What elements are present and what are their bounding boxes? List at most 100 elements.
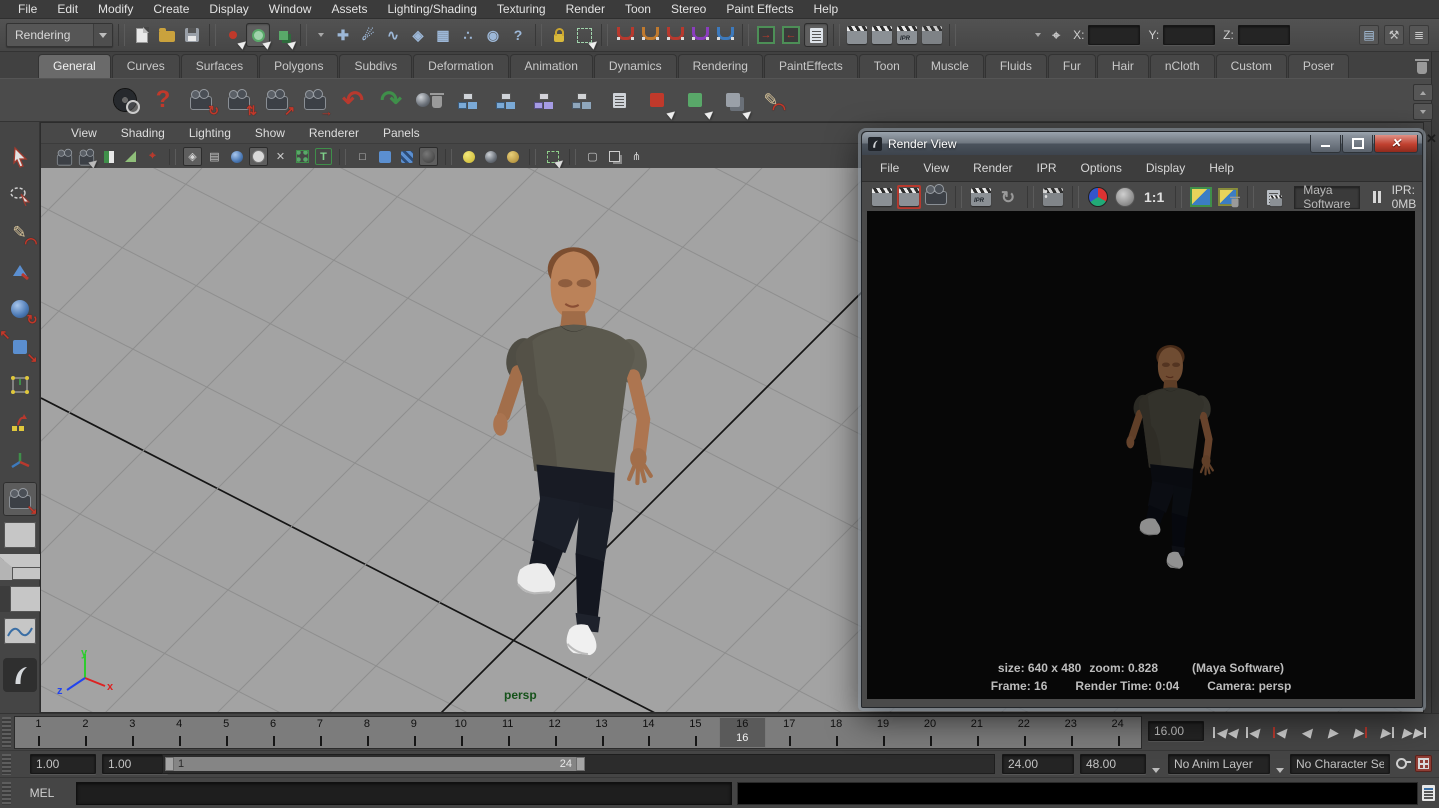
- paint-effects-shelf-icon[interactable]: ✎◠: [754, 83, 788, 117]
- render-view-menu-item[interactable]: View: [911, 161, 961, 175]
- timeline-frame[interactable]: 5 5: [203, 717, 250, 748]
- zoom-one-to-one-label[interactable]: 1:1: [1140, 190, 1168, 204]
- help-line-icon[interactable]: ?: [146, 83, 180, 117]
- y-coordinate-input[interactable]: [1163, 25, 1215, 45]
- smooth-shade-icon[interactable]: [375, 147, 394, 166]
- auto-keyframe-toggle-icon[interactable]: [1415, 755, 1432, 772]
- timeline-frame[interactable]: 13 13: [578, 717, 625, 748]
- menu-set-dropdown-arrow[interactable]: [93, 24, 112, 46]
- step-back-frame-button[interactable]: ◀: [1239, 719, 1265, 745]
- hypergraph-hierarchy-icon[interactable]: [450, 83, 484, 117]
- menu-item[interactable]: Assets: [321, 1, 377, 17]
- image-plane-icon[interactable]: [121, 147, 140, 166]
- camera-orbit-icon[interactable]: ↻: [184, 83, 218, 117]
- character-set-dropdown-arrow[interactable]: [1276, 762, 1284, 776]
- minimize-button[interactable]: [1310, 135, 1341, 153]
- menu-item[interactable]: Lighting/Shading: [377, 1, 486, 17]
- xray-icon[interactable]: ▢: [583, 147, 602, 166]
- menu-item[interactable]: Stereo: [661, 1, 716, 17]
- shelf-tab[interactable]: Muscle: [916, 54, 984, 78]
- move-tool[interactable]: [3, 254, 37, 288]
- shelf-tab[interactable]: Dynamics: [594, 54, 677, 78]
- rgb-channels-icon[interactable]: [1086, 185, 1110, 209]
- select-object-shelf-icon[interactable]: [640, 83, 674, 117]
- coord-flyout-arrow-icon[interactable]: [1029, 26, 1047, 44]
- make-live-icon[interactable]: ◉: [481, 23, 505, 47]
- shelf-tab[interactable]: Polygons: [259, 54, 338, 78]
- panel-menu-item[interactable]: Show: [243, 126, 297, 140]
- select-camera-icon[interactable]: [55, 147, 74, 166]
- outliner-persp-layout[interactable]: [0, 586, 42, 612]
- select-hierarchy-icon[interactable]: [221, 23, 245, 47]
- shading-group-icon[interactable]: [678, 83, 712, 117]
- timeline-frame[interactable]: 11 11: [484, 717, 531, 748]
- current-time-input[interactable]: [1148, 721, 1204, 741]
- timeline-frame[interactable]: 20 20: [907, 717, 954, 748]
- playback-range-bar[interactable]: 1 24: [165, 757, 585, 771]
- specular-light-icon[interactable]: [503, 147, 522, 166]
- shelf-scroll-up-icon[interactable]: [1413, 84, 1433, 101]
- redo-icon[interactable]: ↷: [374, 83, 408, 117]
- timeline-frame[interactable]: 10 10: [437, 717, 484, 748]
- render-current-frame-icon[interactable]: [897, 185, 921, 209]
- scale-tool[interactable]: ↖↘: [3, 330, 37, 364]
- timeline-frame[interactable]: 14 14: [625, 717, 672, 748]
- use-all-lights-icon[interactable]: [419, 147, 438, 166]
- persp-graph-layout[interactable]: [4, 618, 36, 644]
- shelf-tab[interactable]: Fur: [1048, 54, 1096, 78]
- hypershade-icon[interactable]: [526, 83, 560, 117]
- delete-unused-icon[interactable]: [412, 83, 446, 117]
- camera-attributes-icon[interactable]: [77, 147, 96, 166]
- snap-lattice-icon[interactable]: ▦: [431, 23, 455, 47]
- menu-item[interactable]: Paint Effects: [716, 1, 803, 17]
- menu-item[interactable]: Texturing: [487, 1, 556, 17]
- node-editor-icon[interactable]: [602, 83, 636, 117]
- menu-set-dropdown[interactable]: Rendering: [6, 23, 113, 47]
- snapshot-icon[interactable]: [924, 185, 948, 209]
- poly-group-icon[interactable]: [716, 83, 750, 117]
- go-to-end-button[interactable]: ▶▶: [1401, 719, 1427, 745]
- bookmarks-icon[interactable]: [99, 147, 118, 166]
- render-view-menu-item[interactable]: Help: [1197, 161, 1246, 175]
- timeline-frame[interactable]: 2 2: [62, 717, 109, 748]
- animation-start-input[interactable]: [30, 754, 96, 774]
- anim-layer-field[interactable]: [1168, 754, 1270, 774]
- timeline-frame[interactable]: 6 6: [250, 717, 297, 748]
- default-light-icon[interactable]: [459, 147, 478, 166]
- menu-item[interactable]: File: [8, 1, 47, 17]
- render-region-icon[interactable]: [1041, 185, 1065, 209]
- command-line-grip[interactable]: [2, 782, 11, 805]
- range-slider-grip[interactable]: [2, 754, 11, 775]
- select-component-icon[interactable]: [271, 23, 295, 47]
- redo-previous-render-icon[interactable]: [870, 185, 894, 209]
- safe-title-icon[interactable]: T: [315, 148, 332, 165]
- resolution-gate-icon[interactable]: [227, 147, 246, 166]
- camera-dolly-icon[interactable]: →: [298, 83, 332, 117]
- timeline-frame[interactable]: 1 1: [15, 717, 62, 748]
- renderer-dropdown[interactable]: Maya Software: [1294, 186, 1359, 209]
- magnet-axis-icon[interactable]: [688, 23, 712, 47]
- range-end-handle[interactable]: [576, 757, 585, 771]
- timeline-frame[interactable]: 3 3: [109, 717, 156, 748]
- menu-item[interactable]: Create: [143, 1, 199, 17]
- shelf-tab[interactable]: Hair: [1097, 54, 1149, 78]
- view-selected-icon[interactable]: ⌖: [143, 147, 162, 166]
- snap-point-icon[interactable]: ∿: [381, 23, 405, 47]
- panel-menu-item[interactable]: Lighting: [177, 126, 243, 140]
- menu-item[interactable]: Render: [556, 1, 615, 17]
- play-backwards-button[interactable]: ◀: [1293, 719, 1319, 745]
- menu-item[interactable]: Display: [199, 1, 258, 17]
- shelf-tab[interactable]: General: [38, 54, 111, 78]
- render-current-frame-icon[interactable]: [870, 23, 894, 47]
- panel-menu-item[interactable]: Shading: [109, 126, 177, 140]
- timeline-frame[interactable]: 7 7: [297, 717, 344, 748]
- rotate-tool[interactable]: ↻: [3, 292, 37, 326]
- shelf-tab[interactable]: Surfaces: [181, 54, 258, 78]
- close-button[interactable]: ✕: [1374, 135, 1418, 153]
- output-connections-icon[interactable]: ←: [779, 23, 803, 47]
- camera-track-icon[interactable]: ↗: [260, 83, 294, 117]
- menu-item[interactable]: Edit: [47, 1, 88, 17]
- play-forwards-button[interactable]: ▶: [1320, 719, 1346, 745]
- wireframe-on-shaded-icon[interactable]: [605, 147, 624, 166]
- lock-selection-icon[interactable]: [547, 23, 571, 47]
